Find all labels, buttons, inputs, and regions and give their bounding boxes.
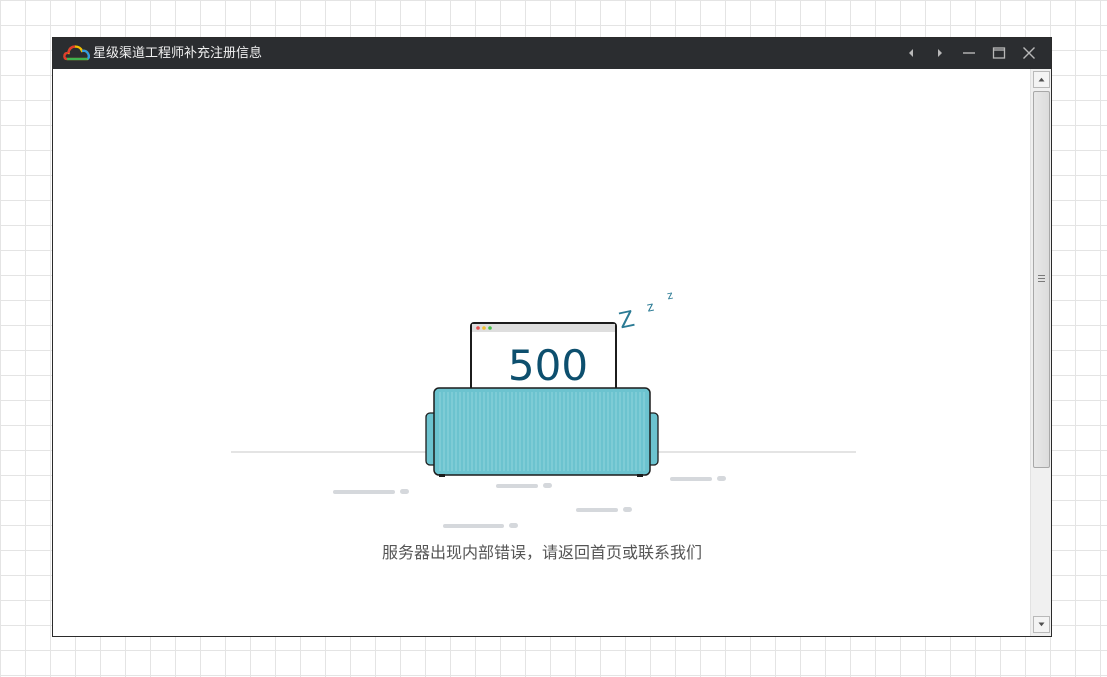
error-message: 服务器出现内部错误，请返回首页或联系我们 [381, 543, 702, 562]
error-500-illustration: Z z z 500 [231, 289, 856, 528]
sleep-z-medium: z [646, 300, 656, 316]
scroll-up-button[interactable] [1033, 71, 1050, 88]
forward-icon [938, 49, 942, 57]
scroll-down-button[interactable] [1033, 616, 1050, 633]
app-window: 星级渠道工程师补充注册信息 Z z z 500 服务器出现内部错误，请返回首页或… [52, 37, 1052, 637]
window-title: 星级渠道工程师补充注册信息 [93, 46, 263, 61]
page-content: Z z z 500 服务器出现内部错误，请返回首页或联系我们 [53, 69, 1031, 636]
scrollbar-thumb[interactable] [1033, 91, 1050, 468]
back-icon [909, 49, 913, 57]
maximize-button[interactable] [987, 42, 1011, 64]
grip-icon [1038, 275, 1045, 282]
sofa [425, 387, 659, 477]
sleep-z-small: z [666, 289, 675, 303]
minimize-button[interactable] [957, 42, 981, 64]
cloud-logo-icon [63, 45, 90, 61]
minimize-icon [963, 52, 975, 54]
close-button[interactable] [1017, 42, 1041, 64]
title-bar[interactable]: 星级渠道工程师补充注册信息 [53, 38, 1051, 69]
scroll-down-icon [1038, 622, 1045, 627]
maximize-icon [992, 47, 1006, 59]
scroll-up-icon [1038, 77, 1045, 82]
floor-dashes [333, 476, 726, 528]
back-button[interactable] [899, 42, 923, 64]
error-code: 500 [508, 341, 588, 390]
forward-button[interactable] [928, 42, 952, 64]
vertical-scrollbar[interactable] [1030, 69, 1051, 636]
sleep-z-large: Z [617, 307, 637, 335]
close-icon [1023, 47, 1035, 59]
